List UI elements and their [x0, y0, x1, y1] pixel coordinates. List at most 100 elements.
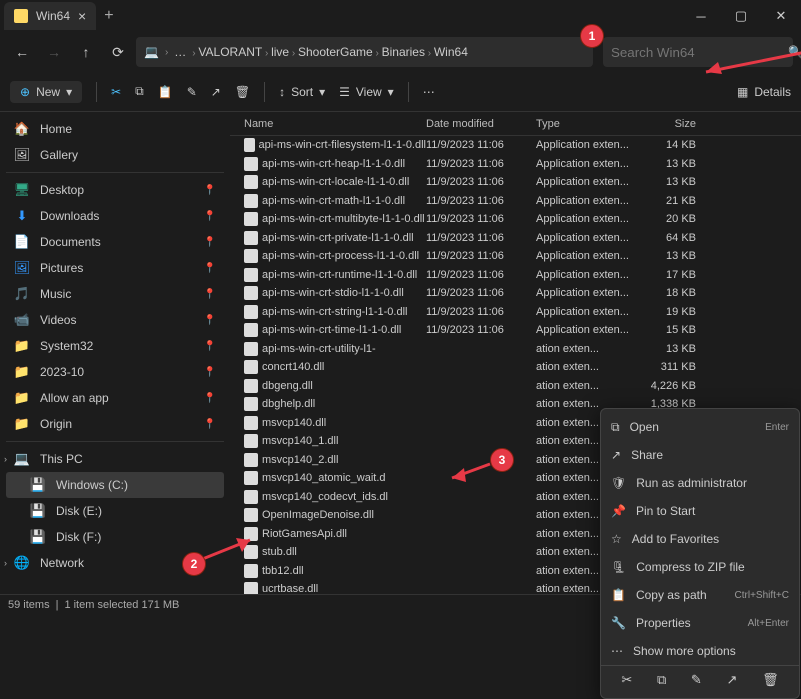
- annotation-marker-2: 2: [182, 552, 206, 576]
- details-button[interactable]: ▦ Details: [737, 85, 791, 99]
- copy-icon[interactable]: ⧉: [657, 672, 666, 688]
- context-menu-item[interactable]: ⧉OpenEnter: [601, 413, 799, 441]
- menu-shortcut: Alt+Enter: [748, 618, 789, 629]
- sidebar-item[interactable]: 📹Videos📍: [6, 307, 224, 333]
- file-row[interactable]: api-ms-win-crt-process-l1-1-0.dll11/9/20…: [230, 247, 801, 266]
- breadcrumb[interactable]: live: [271, 45, 289, 59]
- tab-win64[interactable]: Win64 ×: [4, 2, 96, 30]
- share-icon[interactable]: ↗: [727, 672, 738, 688]
- sidebar-item[interactable]: 📁System32📍: [6, 333, 224, 359]
- share-button[interactable]: ↗: [211, 85, 221, 99]
- sidebar-item[interactable]: 🖥Desktop📍: [6, 177, 224, 203]
- file-row[interactable]: dbgeng.dllation exten...4,226 KB: [230, 377, 801, 396]
- close-tab-icon[interactable]: ×: [78, 8, 86, 24]
- new-tab-button[interactable]: +: [104, 7, 113, 25]
- file-icon: [244, 249, 258, 263]
- status-selected: 1 item selected 171 MB: [64, 599, 179, 611]
- file-row[interactable]: api-ms-win-crt-runtime-l1-1-0.dll11/9/20…: [230, 266, 801, 285]
- delete-button[interactable]: 🗑: [235, 85, 250, 99]
- sidebar-item-label: Pictures: [40, 261, 83, 275]
- file-row[interactable]: api-ms-win-crt-string-l1-1-0.dll11/9/202…: [230, 303, 801, 322]
- context-menu-item[interactable]: 📋Copy as pathCtrl+Shift+C: [601, 581, 799, 609]
- sidebar-item[interactable]: ›💻This PC: [6, 446, 224, 472]
- file-row[interactable]: api-ms-win-crt-private-l1-1-0.dll11/9/20…: [230, 229, 801, 248]
- minimize-button[interactable]: ─: [681, 0, 721, 32]
- folder-icon: 💻: [14, 451, 30, 467]
- breadcrumb[interactable]: VALORANT: [198, 45, 262, 59]
- address-bar[interactable]: 💻 › … › VALORANT › live › ShooterGame › …: [136, 37, 593, 67]
- up-button[interactable]: ↑: [72, 38, 100, 66]
- view-button[interactable]: ☰ View ▾: [339, 85, 394, 99]
- cut-icon[interactable]: ✂: [621, 672, 632, 688]
- copy-button[interactable]: ⧉: [135, 84, 144, 99]
- file-row[interactable]: concrt140.dllation exten...311 KB: [230, 358, 801, 377]
- col-type[interactable]: Type: [536, 118, 636, 130]
- context-menu-item[interactable]: ☆Add to Favorites: [601, 525, 799, 553]
- maximize-button[interactable]: ▢: [721, 0, 761, 32]
- file-type: Application exten...: [536, 250, 636, 262]
- more-crumb[interactable]: …: [174, 45, 186, 59]
- file-date: 11/9/2023 11:06: [426, 250, 536, 262]
- file-row[interactable]: api-ms-win-crt-math-l1-1-0.dll11/9/2023 …: [230, 192, 801, 211]
- delete-icon[interactable]: 🗑: [762, 672, 779, 688]
- new-button[interactable]: ⊕ New ▾: [10, 81, 82, 103]
- sidebar-item[interactable]: 🎵Music📍: [6, 281, 224, 307]
- forward-button[interactable]: →: [40, 38, 68, 66]
- context-menu-item[interactable]: 🛡Run as administrator: [601, 469, 799, 497]
- refresh-button[interactable]: ⟳: [104, 38, 132, 66]
- sidebar-item-label: Disk (F:): [56, 530, 101, 544]
- folder-icon: 💾: [30, 503, 46, 519]
- sidebar-item[interactable]: ⬇Downloads📍: [6, 203, 224, 229]
- pin-icon: 📍: [204, 367, 216, 378]
- column-header[interactable]: Name Date modified Type Size: [230, 112, 801, 136]
- rename-button[interactable]: ✎: [187, 85, 197, 99]
- rename-icon[interactable]: ✎: [691, 672, 702, 688]
- file-size: 13 KB: [636, 176, 706, 188]
- file-row[interactable]: api-ms-win-crt-multibyte-l1-1-0.dll11/9/…: [230, 210, 801, 229]
- context-menu-item[interactable]: 🗜Compress to ZIP file: [601, 553, 799, 581]
- file-icon: [244, 231, 258, 245]
- file-row[interactable]: api-ms-win-crt-locale-l1-1-0.dll11/9/202…: [230, 173, 801, 192]
- sidebar-item[interactable]: 💾Disk (E:): [6, 498, 224, 524]
- file-icon: [244, 268, 258, 282]
- status-item-count: 59 items: [8, 599, 50, 611]
- back-button[interactable]: ←: [8, 38, 36, 66]
- sidebar-item[interactable]: 📁Origin📍: [6, 411, 224, 437]
- pin-icon: 📍: [204, 315, 216, 326]
- sort-button[interactable]: ↕ Sort ▾: [279, 85, 325, 99]
- col-size[interactable]: Size: [636, 118, 706, 130]
- breadcrumb[interactable]: Binaries: [382, 45, 425, 59]
- context-menu-item[interactable]: ↗Share: [601, 441, 799, 469]
- breadcrumb[interactable]: ShooterGame: [298, 45, 373, 59]
- sidebar-item[interactable]: 📄Documents📍: [6, 229, 224, 255]
- context-menu-item[interactable]: 📌Pin to Start: [601, 497, 799, 525]
- col-name[interactable]: Name: [236, 118, 426, 130]
- col-date[interactable]: Date modified: [426, 118, 536, 130]
- file-row[interactable]: api-ms-win-crt-stdio-l1-1-0.dll11/9/2023…: [230, 284, 801, 303]
- file-row[interactable]: api-ms-win-crt-heap-l1-1-0.dll11/9/2023 …: [230, 155, 801, 174]
- cut-button[interactable]: ✂: [111, 85, 121, 99]
- tab-title: Win64: [36, 9, 70, 23]
- sidebar-item-label: System32: [40, 339, 93, 353]
- breadcrumb[interactable]: Win64: [434, 45, 468, 59]
- sidebar-item[interactable]: 🖼Pictures📍: [6, 255, 224, 281]
- menu-icon: 📋: [611, 588, 626, 602]
- file-row[interactable]: api-ms-win-crt-filesystem-l1-1-0.dll11/9…: [230, 136, 801, 155]
- sidebar-item-label: Gallery: [40, 148, 78, 162]
- pin-icon: 📍: [204, 211, 216, 222]
- sidebar-item[interactable]: 🖼Gallery: [6, 142, 224, 168]
- file-name: concrt140.dll: [262, 361, 324, 373]
- sidebar-item[interactable]: 📁2023-10📍: [6, 359, 224, 385]
- context-menu-item[interactable]: ⋯Show more options: [601, 637, 799, 665]
- close-button[interactable]: ✕: [761, 0, 801, 32]
- file-row[interactable]: api-ms-win-crt-utility-l1-ation exten...…: [230, 340, 801, 359]
- context-menu-item[interactable]: 🔧PropertiesAlt+Enter: [601, 609, 799, 637]
- sidebar-item[interactable]: 💾Windows (C:): [6, 472, 224, 498]
- sidebar-item[interactable]: 📁Allow an app📍: [6, 385, 224, 411]
- sidebar-item[interactable]: 🏠Home: [6, 116, 224, 142]
- pin-icon: 📍: [204, 419, 216, 430]
- sidebar: 🏠Home🖼Gallery 🖥Desktop📍⬇Downloads📍📄Docum…: [0, 112, 230, 594]
- file-row[interactable]: api-ms-win-crt-time-l1-1-0.dll11/9/2023 …: [230, 321, 801, 340]
- more-button[interactable]: ⋯: [423, 85, 435, 99]
- paste-button[interactable]: 📋: [158, 85, 173, 99]
